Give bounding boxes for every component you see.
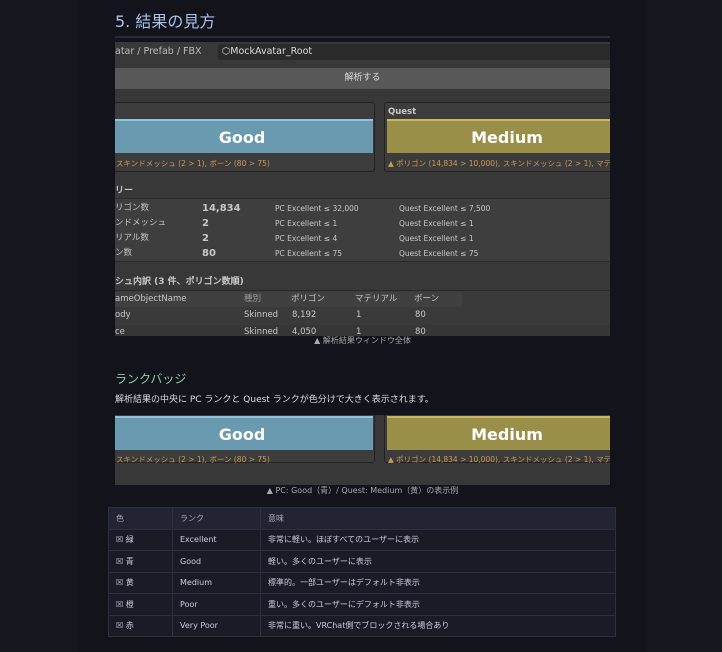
quest-rank-badge: Medium	[387, 119, 610, 153]
rank-color-table: 色ランク 意味 ☒ 緑 Excellent 非常に軽い。ほぼすべてのユーザーに表示 ☒…	[108, 507, 616, 637]
quest-rank-badge: Medium	[387, 416, 610, 450]
table-row: ☒ 黄 Medium 標準的。一部ユーザーはデフォルト非表示	[108, 571, 616, 594]
object-field-value: MockAvatar_Root	[230, 46, 313, 57]
summary-title: リー	[115, 186, 134, 196]
summary-row: ンドメッシュ 2 PC Excellent ≤ 1 Quest Excellent ≤…	[115, 218, 474, 229]
quest-warning: ▲ ポリゴン (14,834 > 10,000), スキンドメッシュ (2 > …	[388, 455, 610, 464]
heading-divider	[115, 36, 610, 38]
caption-rank-badge: ▲ PC: Good（青）/ Quest: Medium（黄）の表示例	[266, 486, 459, 495]
pc-panel: Good スキンドメッシュ (2 > 1), ボーン (80 > 75)	[115, 415, 375, 464]
quest-label: Quest	[388, 107, 417, 117]
mesh-header-row: ameObjectName 種別 ポリゴン マテリアル ボーン	[115, 292, 462, 307]
page-heading: 5. 結果の見方	[115, 12, 216, 31]
quest-panel: Medium ▲ ポリゴン (14,834 > 10,000), スキンドメッシ…	[384, 415, 610, 464]
table-row: ☒ 橙 Poor 重い。多くのユーザーにデフォルト非表示	[108, 593, 616, 616]
path-label: atar / Prefab / FBX	[115, 46, 202, 57]
mesh-table[interactable]: ameObjectName 種別 ポリゴン マテリアル ボーン ody Skinned 8,…	[115, 290, 610, 336]
summary-table: リゴン数 14,834 PC Excellent ≤ 32,000 Quest Exc…	[115, 198, 610, 262]
table-row: ☒ 青 Good 軽い。多くのユーザーに表示	[108, 550, 616, 573]
table-header-row: 色ランク 意味	[108, 507, 616, 530]
table-row: ☒ 赤 Very Poor 非常に重い。VRChat側でブロックされる場合あり	[108, 614, 616, 637]
section-description: 解析結果の中央に PC ランクと Quest ランクが色分けで大きく表示されます…	[115, 395, 434, 405]
summary-row: リゴン数 14,834 PC Excellent ≤ 32,000 Quest Exc…	[115, 203, 491, 214]
mesh-breakdown-title: シュ内訳 (3 件、ポリゴン数順)	[115, 277, 244, 287]
summary-row: ン数 80 PC Excellent ≤ 75 Quest Excellent ≤ 7…	[115, 248, 479, 259]
analysis-window-screenshot: atar / Prefab / FBX ⬡MockAvatar_Root 解析す…	[115, 42, 610, 336]
quest-warning: ▲ ポリゴン (14,834 > 10,000), スキンドメッシュ (2 > …	[388, 159, 610, 168]
caption-analysis-window: ▲ 解析結果ウィンドウ全体	[314, 336, 411, 345]
rank-badge-screenshot: Good スキンドメッシュ (2 > 1), ボーン (80 > 75) Med…	[115, 415, 610, 485]
pc-panel: Good スキンドメッシュ (2 > 1), ボーン (80 > 75)	[115, 102, 375, 172]
object-field[interactable]: ⬡MockAvatar_Root	[218, 44, 610, 60]
mesh-row[interactable]: ody Skinned 8,192 1 80	[115, 308, 610, 323]
quest-panel: Quest Medium ▲ ポリゴン (14,834 > 10,000), ス…	[384, 102, 610, 172]
pc-rank-badge: Good	[115, 119, 373, 153]
section-title: ランクバッジ	[115, 372, 187, 386]
pc-warning: スキンドメッシュ (2 > 1), ボーン (80 > 75)	[116, 159, 270, 168]
analyze-button[interactable]: 解析する	[115, 68, 610, 89]
table-row: ☒ 緑 Excellent 非常に軽い。ほぼすべてのユーザーに表示	[108, 528, 616, 551]
summary-row: リアル数 2 PC Excellent ≤ 4 Quest Excellent ≤ 1	[115, 233, 474, 244]
pc-warning: スキンドメッシュ (2 > 1), ボーン (80 > 75)	[116, 455, 270, 464]
pc-rank-badge: Good	[115, 416, 373, 450]
